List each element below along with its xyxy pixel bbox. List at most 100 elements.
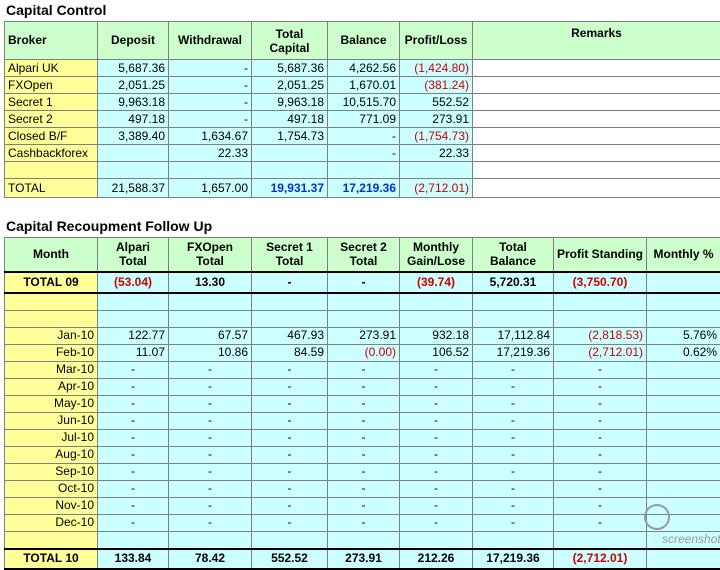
value-cell[interactable]: 9,963.18 bbox=[252, 94, 328, 111]
value-cell[interactable] bbox=[647, 395, 720, 412]
value-cell[interactable]: - bbox=[328, 395, 400, 412]
value-cell[interactable]: - bbox=[328, 514, 400, 531]
month-cell[interactable]: Sep-10 bbox=[5, 463, 98, 480]
value-cell[interactable]: 10.86 bbox=[169, 344, 252, 361]
value-cell[interactable] bbox=[98, 531, 169, 549]
value-cell[interactable]: - bbox=[328, 361, 400, 378]
value-cell[interactable]: - bbox=[328, 272, 400, 293]
remarks-cell[interactable] bbox=[473, 60, 720, 77]
value-cell[interactable]: - bbox=[169, 463, 252, 480]
value-cell[interactable]: - bbox=[98, 361, 169, 378]
value-cell[interactable] bbox=[98, 162, 169, 179]
value-cell[interactable]: - bbox=[554, 361, 647, 378]
value-cell[interactable]: (1,754.73) bbox=[400, 128, 473, 145]
value-cell[interactable] bbox=[98, 310, 169, 327]
value-cell[interactable]: - bbox=[252, 361, 328, 378]
month-cell[interactable]: Apr-10 bbox=[5, 378, 98, 395]
value-cell[interactable]: - bbox=[169, 480, 252, 497]
broker-cell[interactable]: Secret 1 bbox=[5, 94, 98, 111]
value-cell[interactable]: - bbox=[252, 497, 328, 514]
value-cell[interactable]: - bbox=[328, 412, 400, 429]
value-cell[interactable]: - bbox=[252, 272, 328, 293]
value-cell[interactable]: (381.24) bbox=[400, 77, 473, 94]
value-cell[interactable]: 5,687.36 bbox=[252, 60, 328, 77]
value-cell[interactable]: 273.91 bbox=[328, 327, 400, 344]
month-cell[interactable]: Jul-10 bbox=[5, 429, 98, 446]
value-cell[interactable]: - bbox=[98, 514, 169, 531]
value-cell[interactable]: 2,051.25 bbox=[252, 77, 328, 94]
value-cell[interactable]: - bbox=[554, 429, 647, 446]
value-cell[interactable] bbox=[647, 412, 720, 429]
value-cell[interactable] bbox=[554, 531, 647, 549]
value-cell[interactable] bbox=[647, 293, 720, 311]
value-cell[interactable]: - bbox=[554, 378, 647, 395]
value-cell[interactable] bbox=[98, 293, 169, 311]
value-cell[interactable] bbox=[328, 162, 400, 179]
value-cell[interactable] bbox=[554, 293, 647, 311]
value-cell[interactable]: - bbox=[252, 378, 328, 395]
remarks-cell[interactable] bbox=[473, 162, 720, 179]
value-cell[interactable]: (39.74) bbox=[400, 272, 473, 293]
value-cell[interactable]: 0.62% bbox=[647, 344, 720, 361]
value-cell[interactable]: - bbox=[169, 395, 252, 412]
value-cell[interactable]: - bbox=[554, 480, 647, 497]
value-cell[interactable]: (2,712.01) bbox=[400, 179, 473, 198]
value-cell[interactable]: 771.09 bbox=[328, 111, 400, 128]
value-cell[interactable]: - bbox=[400, 395, 473, 412]
value-cell[interactable]: (1,424.80) bbox=[400, 60, 473, 77]
value-cell[interactable]: - bbox=[252, 480, 328, 497]
value-cell[interactable]: - bbox=[554, 395, 647, 412]
value-cell[interactable]: - bbox=[400, 480, 473, 497]
value-cell[interactable] bbox=[400, 310, 473, 327]
broker-cell[interactable]: Secret 2 bbox=[5, 111, 98, 128]
value-cell[interactable]: 22.33 bbox=[400, 145, 473, 162]
value-cell[interactable]: (2,818.53) bbox=[554, 327, 647, 344]
month-cell[interactable]: Dec-10 bbox=[5, 514, 98, 531]
value-cell[interactable]: - bbox=[169, 514, 252, 531]
value-cell[interactable]: 17,219.36 bbox=[473, 344, 554, 361]
value-cell[interactable] bbox=[647, 463, 720, 480]
value-cell[interactable]: - bbox=[169, 429, 252, 446]
value-cell[interactable]: - bbox=[98, 463, 169, 480]
value-cell[interactable]: - bbox=[252, 463, 328, 480]
value-cell[interactable] bbox=[647, 480, 720, 497]
value-cell[interactable]: - bbox=[98, 412, 169, 429]
broker-cell[interactable] bbox=[5, 162, 98, 179]
remarks-cell[interactable] bbox=[473, 77, 720, 94]
value-cell[interactable] bbox=[647, 310, 720, 327]
value-cell[interactable]: 22.33 bbox=[169, 145, 252, 162]
value-cell[interactable]: - bbox=[98, 497, 169, 514]
value-cell[interactable]: 1,670.01 bbox=[328, 77, 400, 94]
value-cell[interactable]: - bbox=[473, 361, 554, 378]
value-cell[interactable]: - bbox=[328, 378, 400, 395]
value-cell[interactable]: - bbox=[169, 412, 252, 429]
value-cell[interactable]: 5,687.36 bbox=[98, 60, 169, 77]
value-cell[interactable]: 467.93 bbox=[252, 327, 328, 344]
value-cell[interactable]: - bbox=[98, 480, 169, 497]
value-cell[interactable]: - bbox=[169, 111, 252, 128]
value-cell[interactable]: - bbox=[98, 395, 169, 412]
value-cell[interactable]: 932.18 bbox=[400, 327, 473, 344]
value-cell[interactable]: - bbox=[400, 429, 473, 446]
value-cell[interactable] bbox=[400, 162, 473, 179]
value-cell[interactable]: - bbox=[98, 378, 169, 395]
value-cell[interactable] bbox=[328, 531, 400, 549]
value-cell[interactable]: 1,657.00 bbox=[169, 179, 252, 198]
value-cell[interactable]: - bbox=[252, 514, 328, 531]
value-cell[interactable]: 273.91 bbox=[400, 111, 473, 128]
value-cell[interactable] bbox=[328, 310, 400, 327]
value-cell[interactable] bbox=[252, 162, 328, 179]
value-cell[interactable]: - bbox=[252, 395, 328, 412]
value-cell[interactable] bbox=[328, 293, 400, 311]
value-cell[interactable] bbox=[252, 310, 328, 327]
value-cell[interactable] bbox=[473, 293, 554, 311]
value-cell[interactable]: - bbox=[169, 94, 252, 111]
value-cell[interactable]: 17,112.84 bbox=[473, 327, 554, 344]
value-cell[interactable]: - bbox=[554, 446, 647, 463]
value-cell[interactable]: 67.57 bbox=[169, 327, 252, 344]
value-cell[interactable]: - bbox=[473, 446, 554, 463]
value-cell[interactable]: 17,219.36 bbox=[328, 179, 400, 198]
value-cell[interactable]: 552.52 bbox=[400, 94, 473, 111]
remarks-cell[interactable] bbox=[473, 179, 720, 198]
month-cell[interactable] bbox=[5, 293, 98, 311]
